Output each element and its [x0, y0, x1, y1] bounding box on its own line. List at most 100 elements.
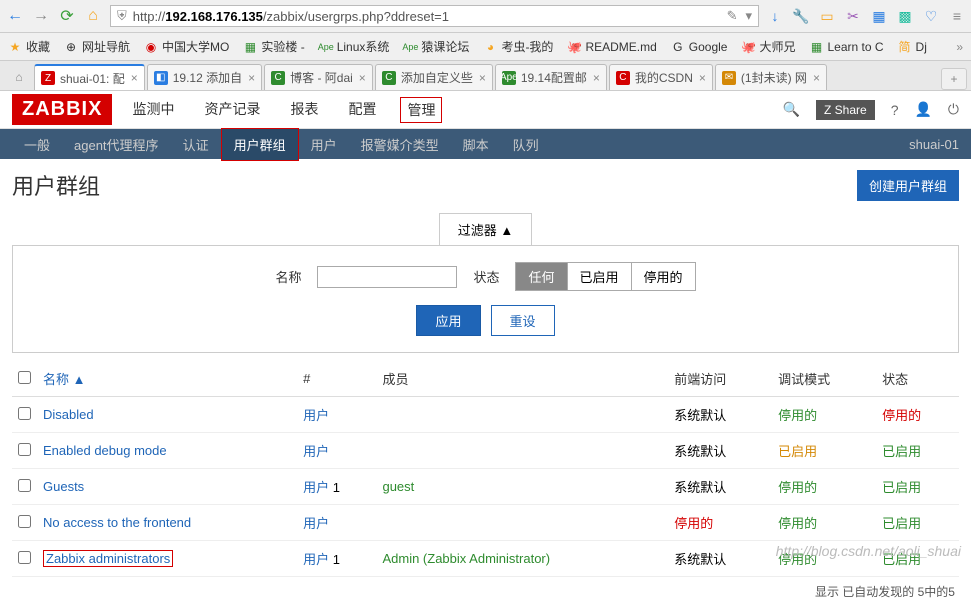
nav-item[interactable]: 监测中 [126, 97, 180, 123]
close-icon[interactable]: × [131, 71, 138, 85]
subnav-item[interactable]: 队列 [501, 129, 551, 160]
shield2-icon[interactable]: ♡ [923, 8, 939, 24]
browser-tab[interactable]: C博客 - 阿dai× [264, 64, 373, 90]
menu-icon[interactable]: ≡ [949, 8, 965, 24]
bookmark-item[interactable]: ◕考虫-我的 [483, 38, 553, 55]
reload-icon[interactable]: ⟳ [58, 7, 76, 25]
bookmark-fav[interactable]: ★收藏 [8, 38, 50, 55]
power-icon[interactable]: ⏻ [948, 101, 959, 118]
subnav-item[interactable]: 一般 [12, 129, 62, 160]
browser-tab[interactable]: ✉(1封未读) 网× [715, 64, 827, 90]
bookmark-item[interactable]: GGoogle [671, 40, 728, 54]
back-icon[interactable]: ← [6, 7, 24, 25]
status-cell[interactable]: 已启用 [876, 469, 959, 505]
apply-button[interactable]: 应用 [416, 305, 480, 336]
grid-icon[interactable]: ▦ [871, 8, 887, 24]
status-cell[interactable]: 已启用 [876, 433, 959, 469]
status-option[interactable]: 已启用 [568, 263, 632, 290]
nav-item[interactable]: 配置 [342, 97, 382, 123]
user-icon[interactable]: 👤 [914, 101, 931, 118]
browser-tab[interactable]: ◧19.12 添加自× [147, 64, 262, 90]
status-cell[interactable]: 停用的 [876, 397, 959, 433]
browser-tab[interactable]: Zshuai-01: 配× [34, 64, 145, 90]
users-link[interactable]: 用户 [303, 480, 329, 495]
bookmark-item[interactable]: ◉中国大学MO [144, 38, 229, 55]
users-link[interactable]: 用户 [303, 516, 329, 531]
share-button[interactable]: Z Share [816, 100, 875, 120]
browser-tab[interactable]: C我的CSDN× [609, 64, 713, 90]
col-name[interactable]: 名称 ▲ [37, 361, 297, 397]
help-icon[interactable]: ? [891, 102, 899, 118]
home-icon[interactable]: ⌂ [84, 7, 102, 25]
nav-item[interactable]: 资产记录 [198, 97, 266, 123]
select-all-checkbox[interactable] [18, 371, 31, 384]
search-icon[interactable]: 🔍 [783, 101, 800, 118]
browser-tab[interactable]: C添加自定义些× [375, 64, 493, 90]
row-checkbox[interactable] [18, 515, 31, 528]
debug-cell[interactable]: 停用的 [772, 469, 876, 505]
subnav-item[interactable]: 脚本 [451, 129, 501, 160]
wand-icon[interactable]: ✎ [727, 8, 738, 24]
status-option[interactable]: 停用的 [632, 263, 695, 290]
new-tab-button[interactable]: + [941, 68, 967, 90]
close-icon[interactable]: × [359, 71, 366, 85]
forward-icon[interactable]: → [32, 7, 50, 25]
close-icon[interactable]: × [699, 71, 706, 85]
subnav-item[interactable]: agent代理程序 [62, 129, 171, 160]
screenshot-icon[interactable]: ▭ [819, 8, 835, 24]
users-link[interactable]: 用户 [303, 444, 329, 459]
member-link[interactable]: guest [382, 479, 414, 494]
home-tab-icon[interactable]: ⌂ [4, 64, 34, 90]
close-icon[interactable]: × [813, 71, 820, 85]
row-checkbox[interactable] [18, 551, 31, 564]
download-icon[interactable]: ↓ [767, 8, 783, 24]
users-link[interactable]: 用户 [303, 408, 329, 423]
row-checkbox[interactable] [18, 407, 31, 420]
name-input[interactable] [317, 266, 457, 288]
member-link[interactable]: Admin (Zabbix Administrator) [382, 551, 550, 566]
wrench-icon[interactable]: 🔧 [793, 8, 809, 24]
fav-icon: ◉ [144, 40, 158, 54]
nav-item[interactable]: 管理 [400, 97, 442, 123]
close-icon[interactable]: × [479, 71, 486, 85]
group-name-link[interactable]: Zabbix administrators [43, 550, 173, 567]
more-bookmarks-icon[interactable]: » [956, 40, 963, 54]
close-icon[interactable]: × [248, 71, 255, 85]
group-name-link[interactable]: Enabled debug mode [43, 443, 167, 458]
close-icon[interactable]: × [593, 71, 600, 85]
bookmark-item[interactable]: ▦实验楼 - [243, 38, 304, 55]
create-group-button[interactable]: 创建用户群组 [857, 170, 959, 201]
subnav-item[interactable]: 用户群组 [221, 128, 299, 161]
subnav-item[interactable]: 认证 [171, 129, 221, 160]
tab-title: shuai-01: 配 [60, 70, 125, 87]
bookmark-item[interactable]: 🐙大师兄 [741, 38, 795, 55]
group-name-link[interactable]: Disabled [43, 407, 94, 422]
subnav-item[interactable]: 报警媒介类型 [349, 129, 451, 160]
nav-item[interactable]: 报表 [284, 97, 324, 123]
debug-cell[interactable]: 已启用 [772, 433, 876, 469]
group-name-link[interactable]: No access to the frontend [43, 515, 191, 530]
status-option[interactable]: 任何 [516, 263, 567, 290]
zabbix-logo[interactable]: ZABBIX [12, 94, 112, 125]
bookmark-item[interactable]: ▦Learn to C [810, 40, 884, 54]
url-bar[interactable]: ⛨ http://192.168.176.135/zabbix/usergrps… [110, 5, 759, 27]
reset-button[interactable]: 重设 [491, 305, 555, 336]
bookmark-item[interactable]: ⊕网址导航 [64, 38, 130, 55]
bookmark-item[interactable]: Ape猿课论坛 [403, 38, 469, 55]
status-cell[interactable]: 已启用 [876, 505, 959, 541]
bookmark-item[interactable]: ApeLinux系统 [319, 38, 390, 55]
browser-tab[interactable]: Ape19.14配置邮× [495, 64, 607, 90]
bookmark-item[interactable]: 🐙README.md [567, 40, 656, 54]
debug-cell[interactable]: 停用的 [772, 505, 876, 541]
subnav-item[interactable]: 用户 [299, 129, 349, 160]
qr-icon[interactable]: ▩ [897, 8, 913, 24]
row-checkbox[interactable] [18, 443, 31, 456]
bookmark-item[interactable]: 简Dj [898, 40, 927, 54]
debug-cell[interactable]: 停用的 [772, 397, 876, 433]
dropdown-icon[interactable]: ▾ [745, 8, 752, 24]
row-checkbox[interactable] [18, 479, 31, 492]
filter-toggle[interactable]: 过滤器 ▲ [439, 213, 532, 245]
scissors-icon[interactable]: ✂ [845, 8, 861, 24]
users-link[interactable]: 用户 [303, 552, 329, 567]
group-name-link[interactable]: Guests [43, 479, 84, 494]
